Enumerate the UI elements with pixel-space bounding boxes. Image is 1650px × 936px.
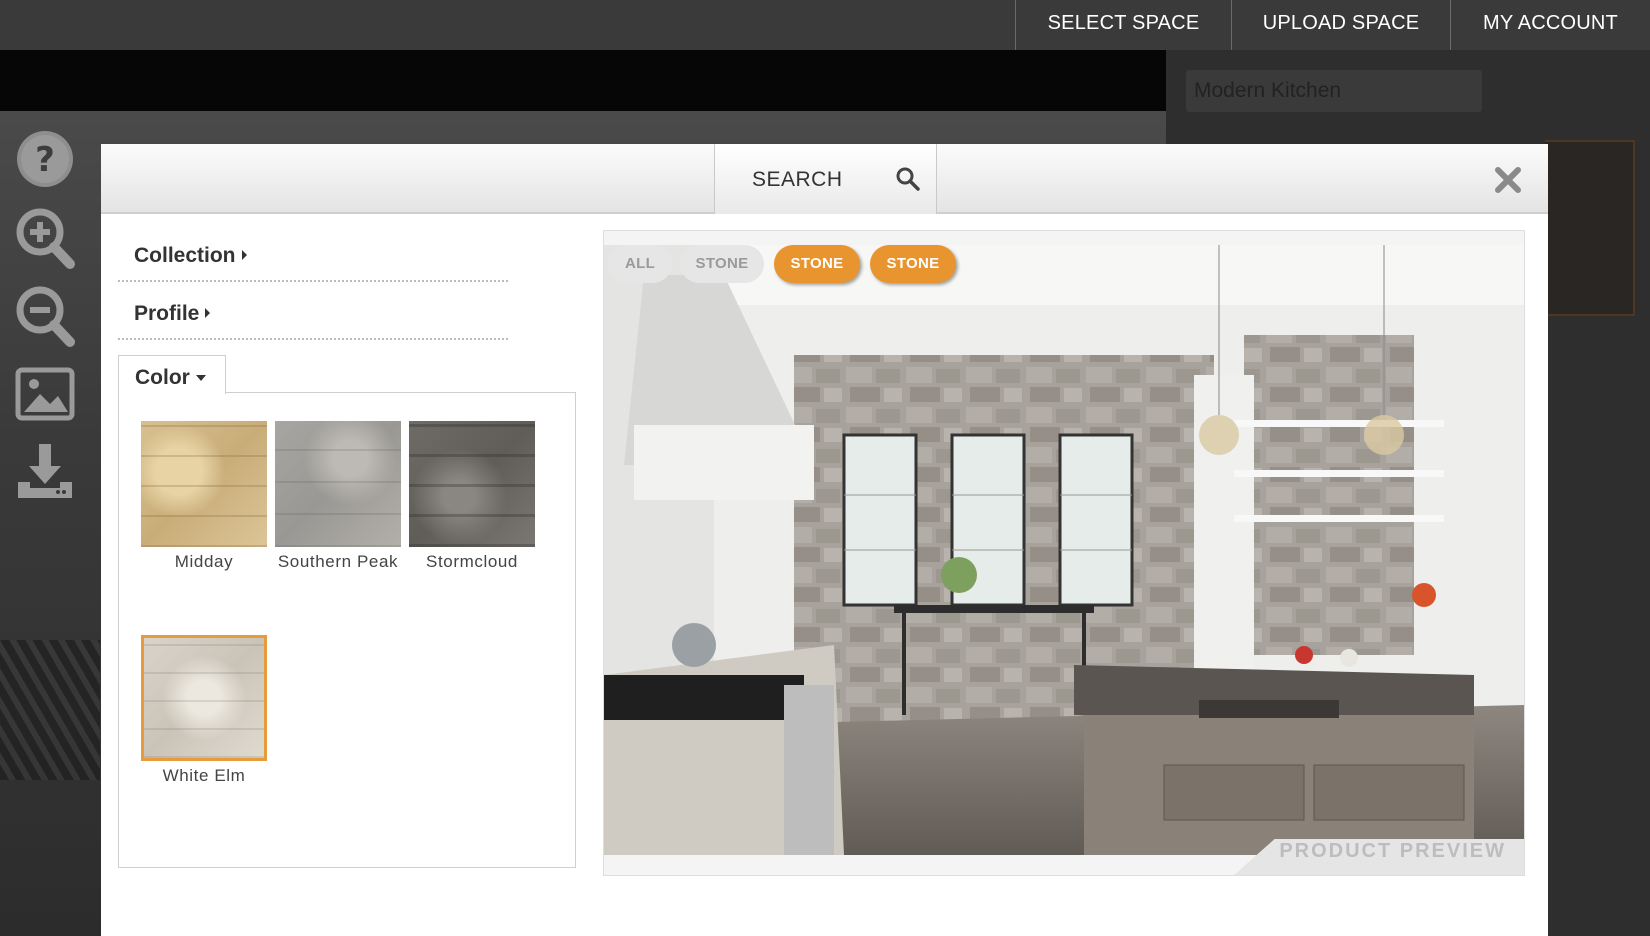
filter-collection[interactable]: Collection (118, 224, 508, 282)
caret-right-icon (205, 308, 211, 318)
filter-collection-label: Collection (134, 244, 247, 268)
filter-color-tab[interactable]: Color (118, 355, 226, 394)
filter-pill-stone-1[interactable]: STONE (680, 245, 764, 283)
swatch-southern-peak[interactable]: Southern Peak (273, 421, 403, 572)
product-preview: ALL STONE STONE STONE PRODUCT PREVIEW (603, 230, 1525, 876)
search-label: SEARCH (752, 168, 843, 191)
modal-header: SEARCH (101, 144, 1548, 214)
select-space-link[interactable]: SELECT SPACE (1015, 0, 1231, 50)
filter-list: Collection Profile (118, 224, 608, 340)
filter-profile-text: Profile (134, 302, 200, 325)
search-icon (896, 167, 920, 191)
swatch-midday[interactable]: Midday (139, 421, 269, 572)
swatch-name: Southern Peak (277, 552, 399, 571)
help-icon[interactable]: ? (12, 128, 78, 194)
background-knife-block (0, 640, 100, 780)
filter-pill-stone-2[interactable]: STONE (774, 245, 860, 283)
zoom-out-icon[interactable] (12, 284, 78, 350)
filter-pill-stone-3[interactable]: STONE (870, 245, 956, 283)
filter-color-text: Color (135, 366, 190, 389)
swatch-image (409, 421, 535, 547)
svg-text:?: ? (35, 140, 55, 180)
swatch-image (141, 635, 267, 761)
filter-profile-label: Profile (134, 302, 211, 326)
swatch-white-elm[interactable]: White Elm (139, 635, 269, 786)
color-swatch-panel: Midday Southern Peak Stormcloud White El… (118, 392, 576, 868)
swatch-name: Midday (174, 552, 234, 571)
image-icon[interactable] (12, 362, 78, 428)
swatch-stormcloud[interactable]: Stormcloud (407, 421, 537, 572)
filter-collection-text: Collection (134, 244, 236, 267)
filter-color-label: Color (135, 366, 206, 390)
upload-space-link[interactable]: UPLOAD SPACE (1231, 0, 1450, 50)
swatch-image (141, 421, 267, 547)
swatch-name: Stormcloud (426, 552, 518, 571)
download-icon[interactable] (12, 440, 78, 506)
left-toolbar: ? (12, 128, 82, 518)
header-band (0, 50, 1166, 111)
top-nav: SELECT SPACE UPLOAD SPACE MY ACCOUNT (0, 0, 1650, 50)
product-modal: SEARCH Collection Profile Color Midday S… (101, 144, 1548, 936)
filter-pill-all[interactable]: ALL (608, 245, 672, 283)
my-account-link[interactable]: MY ACCOUNT (1450, 0, 1650, 50)
space-name-field[interactable]: Modern Kitchen (1186, 70, 1482, 112)
kitchen-preview-image (604, 245, 1524, 855)
filter-profile[interactable]: Profile (118, 282, 508, 340)
caret-right-icon (241, 250, 247, 260)
zoom-in-icon[interactable] (12, 206, 78, 272)
swatch-name: White Elm (162, 766, 246, 785)
background-frame (1545, 140, 1635, 316)
close-icon[interactable] (1494, 166, 1522, 194)
search-button[interactable]: SEARCH (714, 144, 937, 214)
product-preview-label: PRODUCT PREVIEW (1279, 840, 1506, 862)
swatch-image (275, 421, 401, 547)
caret-down-icon (195, 375, 206, 381)
